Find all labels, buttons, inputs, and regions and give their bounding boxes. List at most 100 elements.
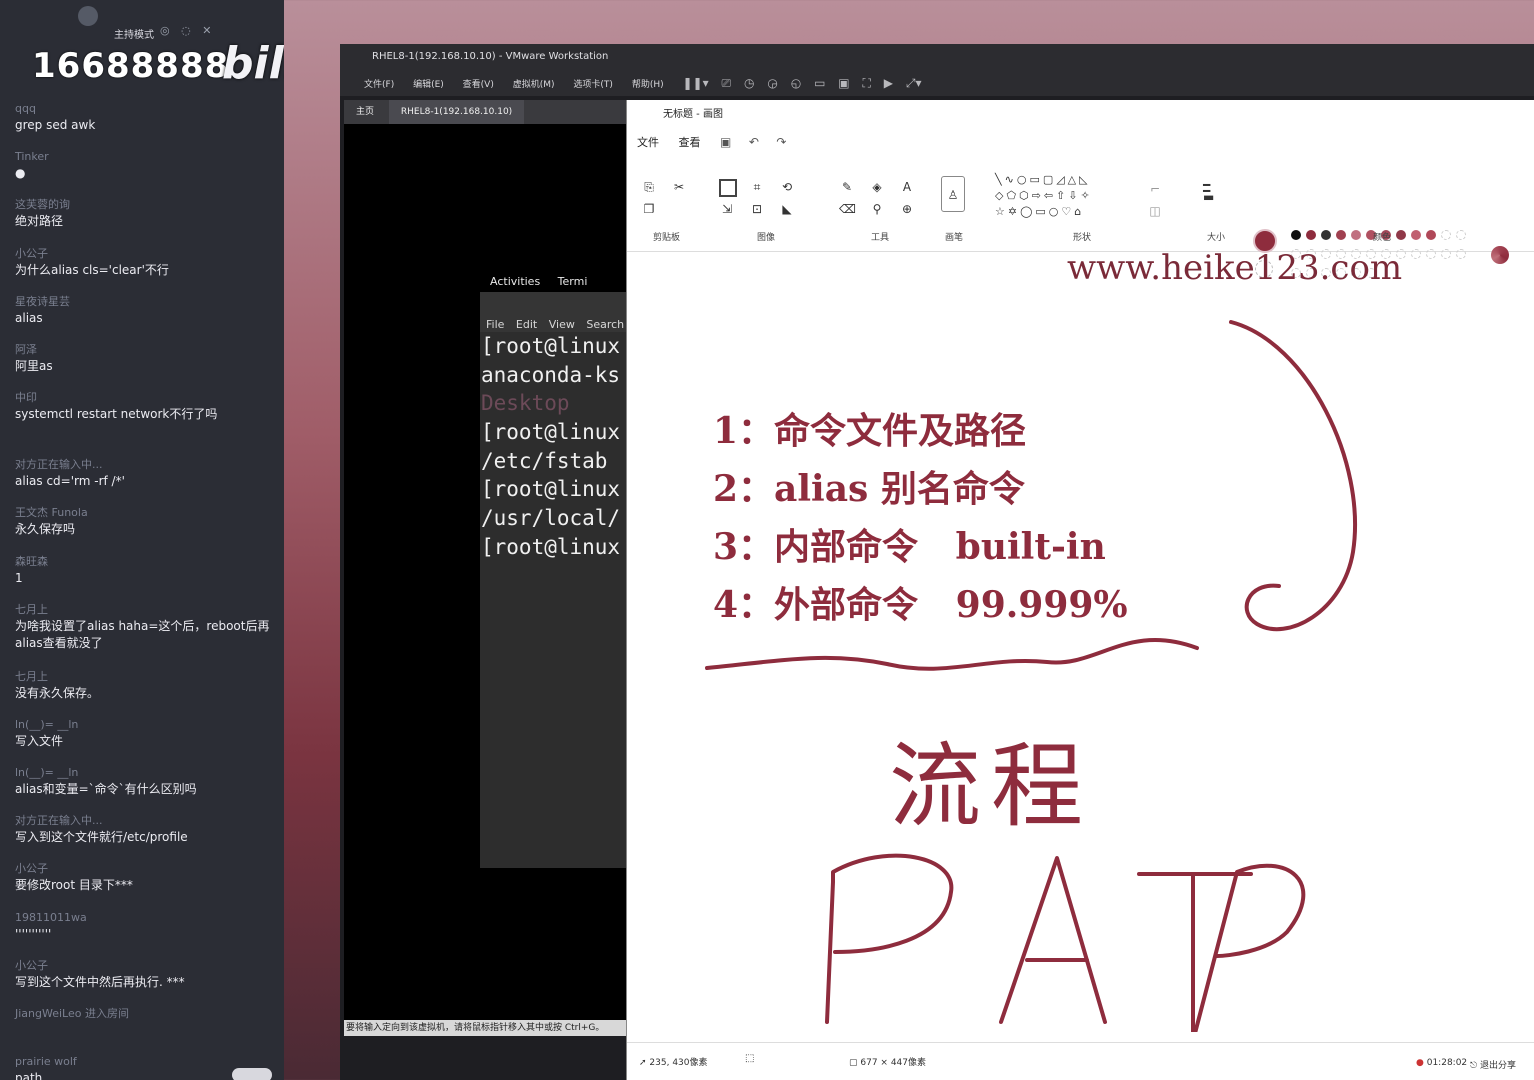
menu-tabs[interactable]: 选项卡(T) — [573, 80, 613, 90]
text-icon[interactable]: A — [899, 176, 915, 198]
term-menu-view[interactable]: View — [549, 318, 575, 331]
color-swatch[interactable] — [1291, 230, 1301, 240]
color-swatch[interactable] — [1321, 230, 1331, 240]
outline-icon[interactable]: ⌐ — [1147, 178, 1163, 200]
shapes-gallery-icon[interactable]: ╲∿○▭▢◿△◺ ◇⬠⬡⇨⇦⇧⇩✧ ☆✡◯▭○♡⌂ — [995, 172, 1135, 220]
host-mode-label[interactable]: 主持模式 — [114, 26, 154, 41]
chat-username[interactable]: 对方正在输入中... — [15, 812, 275, 829]
chat-username[interactable]: 七月上 — [15, 668, 275, 685]
chat-username[interactable]: 小公子 — [15, 860, 275, 877]
flip-icon[interactable]: ◣ — [779, 198, 795, 220]
ink-stroke-p1 — [825, 853, 954, 1024]
terminal-line: [root@linux — [481, 334, 621, 358]
term-menu-edit[interactable]: Edit — [516, 318, 537, 331]
term-menu-file[interactable]: File — [486, 318, 504, 331]
console-icon[interactable]: ▶ — [884, 76, 893, 90]
chat-username[interactable]: Tinker — [15, 148, 275, 165]
terminal-output: [root@linux anaconda-ks Desktop [root@linux… — [480, 332, 626, 562]
snapshot-restore-icon[interactable]: ◶ — [767, 76, 777, 90]
chat-input-toggle[interactable] — [232, 1068, 272, 1080]
vm-console-screen[interactable]: Activities Termi File Edit View Search [… — [344, 124, 626, 1024]
resize-icon[interactable]: ⇲ — [719, 198, 735, 220]
gnome-activities[interactable]: Activities — [490, 275, 540, 288]
paint-menu-file[interactable]: 文件 — [637, 136, 659, 149]
chat-username[interactable]: ln(__)= __ln — [15, 764, 275, 781]
copy-icon[interactable]: ❐ — [641, 198, 657, 220]
fullscreen-icon[interactable]: ⛶ — [863, 76, 871, 90]
stretch-icon[interactable]: ⤢▾ — [906, 76, 922, 90]
magnifier-icon[interactable]: ⊕ — [899, 198, 915, 220]
chat-username[interactable]: 阿泽 — [15, 341, 275, 358]
color-swatch[interactable] — [1351, 230, 1361, 240]
color-swatch[interactable] — [1411, 230, 1421, 240]
chat-username[interactable]: 七月上 — [15, 601, 275, 618]
custom-color-swatch[interactable] — [1441, 230, 1451, 240]
chat-message: 小公子 要修改root 目录下*** — [15, 860, 275, 908]
clipboard-group: ⎘ ✂ ❐ — [641, 176, 701, 220]
save-icon[interactable]: ▣ — [720, 135, 731, 149]
menu-help[interactable]: 帮助(H) — [632, 80, 664, 90]
chat-username[interactable]: 这芙蓉的询 — [15, 196, 275, 213]
image-edit-icon[interactable]: ⊡ — [749, 198, 765, 220]
paint-canvas[interactable]: www.heike123.com 1：命令文件及路径 2：alias 别名命令 … — [627, 248, 1534, 1032]
terminal-window[interactable]: File Edit View Search [root@linux anacond… — [480, 292, 626, 868]
paint-menu-view[interactable]: 查看 — [679, 136, 701, 149]
rotate-icon[interactable]: ⟲ — [779, 176, 795, 198]
tab-home[interactable]: 主页 — [344, 100, 386, 124]
crop-icon[interactable]: ⌗ — [749, 176, 765, 198]
chat-message: 对方正在输入中... alias cd='rm -rf /*' — [15, 456, 275, 504]
paste-icon[interactable]: ⎘ — [641, 176, 657, 198]
sidebar-toggle-icon[interactable]: ▭ — [814, 76, 825, 90]
chat-username[interactable]: 星夜诗星芸 — [15, 293, 275, 310]
color-swatch[interactable] — [1306, 230, 1316, 240]
redo-icon[interactable]: ↷ — [776, 135, 786, 149]
menu-file[interactable]: 文件(F) — [364, 80, 394, 90]
paint-title-bar: 无标题 - 画图 — [663, 109, 723, 120]
chat-username[interactable]: 小公子 — [15, 245, 275, 262]
color-swatch[interactable] — [1336, 230, 1346, 240]
chat-username[interactable]: ln(__)= __ln — [15, 716, 275, 733]
select-icon[interactable] — [719, 176, 737, 198]
shapes-group[interactable]: ╲∿○▭▢◿△◺ ◇⬠⬡⇨⇦⇧⇩✧ ☆✡◯▭○♡⌂ — [995, 172, 1135, 220]
chat-message: qqq grep sed awk — [15, 100, 275, 148]
eraser-icon[interactable]: ⌫ — [839, 198, 856, 220]
custom-color-swatch[interactable] — [1456, 230, 1466, 240]
fill-style-icon[interactable]: ◫ — [1147, 200, 1163, 222]
chat-username[interactable]: qqq — [15, 100, 275, 117]
color-swatch[interactable] — [1426, 230, 1436, 240]
chat-username[interactable]: 对方正在输入中... — [15, 456, 275, 473]
chat-text: alias — [15, 310, 43, 325]
snapshot-icon[interactable]: ◷ — [744, 76, 754, 90]
brush-icon[interactable]: ♙ — [941, 176, 965, 212]
color-swatch[interactable] — [1396, 230, 1406, 240]
chat-message: 王文杰 Funola 永久保存吗 — [15, 504, 275, 552]
menu-vm[interactable]: 虚拟机(M) — [513, 80, 555, 90]
exit-share-button[interactable]: ⎋ 退出分享 — [1470, 1058, 1516, 1071]
size-group[interactable]: ━ ━ ▬ — [1203, 179, 1214, 203]
menu-edit[interactable]: 编辑(E) — [413, 80, 444, 90]
menu-view[interactable]: 查看(V) — [463, 80, 494, 90]
chat-username[interactable]: JiangWeiLeo 进入房间 — [15, 1005, 275, 1022]
chat-username[interactable]: 19811011wa — [15, 909, 275, 926]
host-avatar[interactable] — [78, 6, 98, 26]
tab-rhel8[interactable]: RHEL8-1(192.168.10.10) — [388, 100, 525, 124]
undo-icon[interactable]: ↶ — [749, 135, 759, 149]
chat-username[interactable]: 森旺森 — [15, 553, 275, 570]
chat-text: 写入到这个文件就行/etc/profile — [15, 830, 188, 845]
host-settings-icon[interactable]: ◎ ◌ ✕ — [160, 24, 215, 37]
canvas-size-text: 677 × 447像素 — [860, 1058, 927, 1068]
line-size-icon[interactable]: ━ ━ ▬ — [1203, 179, 1214, 203]
send-ctrl-alt-del-icon[interactable]: ⎚ — [722, 76, 732, 90]
view-toggle-icon[interactable]: ▣ — [838, 76, 849, 90]
fill-icon[interactable]: ◈ — [869, 176, 885, 198]
pencil-icon[interactable]: ✎ — [839, 176, 855, 198]
chat-username[interactable]: 小公子 — [15, 957, 275, 974]
chat-username[interactable]: 中印 — [15, 389, 275, 406]
cut-icon[interactable]: ✂ — [671, 176, 687, 198]
color-picker-icon[interactable]: ⚲ — [869, 198, 885, 220]
snapshot-manager-icon[interactable]: ◵ — [791, 76, 801, 90]
term-menu-search[interactable]: Search — [586, 318, 624, 331]
chat-username[interactable]: 王文杰 Funola — [15, 504, 275, 521]
gnome-terminal-app[interactable]: Termi — [558, 275, 588, 288]
pause-icon[interactable]: ❚❚▾ — [682, 76, 708, 90]
